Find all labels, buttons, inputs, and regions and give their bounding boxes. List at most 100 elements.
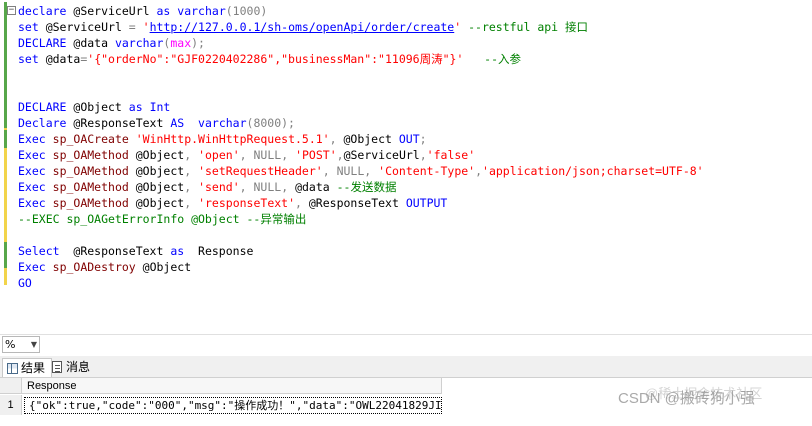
code-token: ; — [419, 132, 427, 146]
code-token: '{"orderNo":"GJF0220402286","businessMan… — [87, 52, 464, 66]
code-token: @Object — [128, 180, 185, 194]
code-token: @Object — [128, 196, 185, 210]
code-token: AS — [170, 116, 185, 130]
saved-change-marker — [4, 242, 7, 268]
code-token: --入参 — [463, 52, 521, 66]
code-token: , — [329, 132, 337, 146]
code-line[interactable] — [18, 67, 704, 83]
code-line[interactable]: Exec sp_OAMethod @Object, 'open', NULL, … — [18, 147, 704, 163]
code-token: 'Content-Type' — [378, 164, 476, 178]
code-token: varchar — [198, 116, 247, 130]
tab-messages[interactable]: 消息 — [48, 358, 96, 377]
collapse-icon[interactable]: − — [7, 6, 16, 15]
code-line[interactable]: Exec sp_OAMethod @Object, 'setRequestHea… — [18, 163, 704, 179]
code-line[interactable]: declare @ServiceUrl as varchar(1000) — [18, 3, 704, 19]
code-token: set — [18, 52, 39, 66]
code-token: NULL — [336, 164, 365, 178]
code-line[interactable]: Exec sp_OAMethod @Object, 'responseText'… — [18, 195, 704, 211]
code-token: Exec — [18, 196, 46, 210]
tab-results-label: 结果 — [21, 361, 46, 375]
code-token: --发送数据 — [336, 180, 397, 194]
code-line[interactable]: set @data='{"orderNo":"GJF0220402286","b… — [18, 51, 704, 67]
code-token: ' — [135, 20, 150, 34]
code-token: @Object — [135, 260, 192, 274]
code-token: 'POST' — [295, 148, 337, 162]
code-token: varchar — [114, 36, 164, 50]
row-header[interactable]: 1 — [0, 395, 22, 415]
code-token: @data — [66, 36, 115, 50]
code-token: as — [156, 4, 171, 18]
code-token: 'open' — [198, 148, 240, 162]
code-line[interactable]: DECLARE @Object as Int — [18, 99, 704, 115]
saved-change-marker — [4, 2, 7, 128]
editor-status-bar: % ▼ — [0, 334, 812, 354]
code-line[interactable] — [18, 227, 704, 243]
code-token: 'application/json;charset=UTF-8' — [482, 164, 704, 178]
grid-icon — [7, 363, 18, 374]
code-token: as — [170, 244, 185, 258]
code-token: 'WinHttp.WinHttpRequest.5.1' — [135, 132, 330, 146]
code-token: , — [239, 180, 247, 194]
code-line[interactable]: --EXEC sp_OAGetErrorInfo @Object --异常输出 — [18, 211, 704, 227]
code-token: NULL — [253, 180, 282, 194]
code-line[interactable]: DECLARE @data varchar(max); — [18, 35, 704, 51]
code-token: @ServiceUrl — [38, 20, 129, 34]
code-token: DECLARE — [18, 100, 67, 114]
code-token: --EXEC sp_OAGetErrorInfo @Object --异常输出 — [18, 212, 307, 226]
messages-icon — [52, 361, 62, 373]
result-cell[interactable]: {"ok":true,"code":"000","msg":"操作成功！","d… — [24, 397, 442, 414]
tab-results[interactable]: 结果 — [2, 358, 53, 377]
code-token: as — [128, 100, 143, 114]
code-line[interactable]: Declare @ResponseText AS varchar(8000); — [18, 115, 704, 131]
zoom-dropdown[interactable]: % ▼ — [2, 336, 40, 353]
code-token: http://127.0.0.1/sh-oms/openApi/order/cr… — [149, 20, 455, 34]
code-token: @ResponseText — [66, 116, 171, 130]
sql-code[interactable]: declare @ServiceUrl as varchar(1000) set … — [18, 3, 704, 291]
code-token: varchar — [177, 4, 226, 18]
code-token: sp_OAMethod — [52, 164, 129, 178]
column-header[interactable]: Response — [22, 378, 442, 394]
code-token: Declare — [18, 116, 67, 130]
code-line[interactable] — [18, 83, 704, 99]
code-token: Exec — [18, 148, 46, 162]
code-token: @Object — [336, 132, 399, 146]
code-line[interactable]: Select @ResponseText as Response — [18, 243, 704, 259]
code-token: DECLARE — [18, 36, 67, 50]
code-line[interactable]: set @ServiceUrl = 'http://127.0.0.1/sh-o… — [18, 19, 704, 35]
grid-corner[interactable] — [0, 378, 22, 394]
code-token: sp_OAMethod — [52, 196, 129, 210]
code-token: --restful api 接口 — [461, 20, 589, 34]
code-line[interactable]: Exec sp_OACreate 'WinHttp.WinHttpRequest… — [18, 131, 704, 147]
code-token: Exec — [18, 260, 46, 274]
code-token: sp_OAMethod — [52, 180, 129, 194]
code-line[interactable]: Exec sp_OADestroy @Object — [18, 259, 704, 275]
code-token: @Object — [66, 100, 129, 114]
code-token: Int — [149, 100, 171, 114]
code-token: @ResponseText — [301, 196, 406, 210]
results-tabs: 结果 消息 — [0, 356, 812, 378]
code-token: Exec — [18, 164, 46, 178]
code-token: , — [239, 148, 247, 162]
code-line[interactable]: GO — [18, 275, 704, 291]
code-line[interactable]: Exec sp_OAMethod @Object, 'send', NULL, … — [18, 179, 704, 195]
tab-messages-label: 消息 — [66, 360, 91, 374]
code-token: sp_OADestroy — [52, 260, 136, 274]
query-editor[interactable]: − declare @ServiceUrl as varchar(1000) se… — [0, 0, 812, 334]
code-token: sp_OACreate — [52, 132, 129, 146]
code-token: , — [475, 164, 483, 178]
code-token: 'false' — [426, 148, 476, 162]
code-token: , — [336, 148, 344, 162]
code-token: @ServiceUrl — [343, 148, 420, 162]
code-token: 'responseText' — [198, 196, 296, 210]
chevron-down-icon: ▼ — [30, 340, 37, 349]
code-token: @data — [288, 180, 337, 194]
